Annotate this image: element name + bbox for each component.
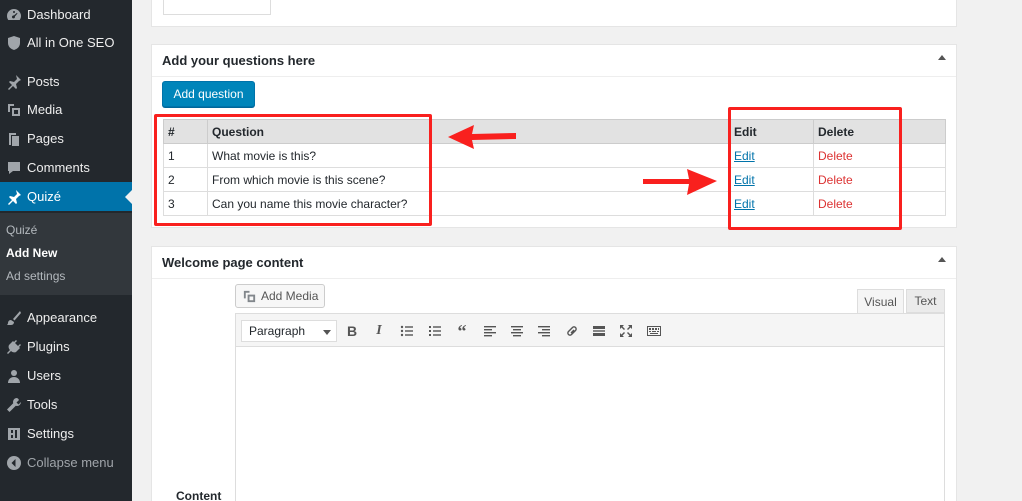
menu-users[interactable]: Users [0, 361, 132, 390]
header-divider [152, 278, 956, 279]
align-center-icon[interactable] [508, 322, 526, 340]
pages-icon [1, 131, 27, 147]
menu-label: All in One SEO [27, 35, 115, 50]
dashboard-icon [1, 7, 27, 23]
submenu-add-new[interactable]: Add New [6, 246, 57, 260]
menu-label: Pages [27, 131, 64, 146]
shield-icon [1, 35, 27, 51]
welcome-title: Welcome page content [162, 255, 304, 270]
menu-comments[interactable]: Comments [0, 153, 132, 182]
menu-appearance[interactable]: Appearance [0, 303, 132, 332]
menu-label: Collapse menu [27, 455, 114, 470]
menu-dashboard[interactable]: Dashboard [0, 0, 132, 29]
menu-posts[interactable]: Posts [0, 67, 132, 96]
menu-label: Plugins [27, 339, 70, 354]
menu-label: Settings [27, 426, 74, 441]
bullet-list-icon[interactable] [398, 322, 416, 340]
menu-label: Tools [27, 397, 58, 412]
menu-media[interactable]: Media [0, 95, 132, 124]
fullscreen-icon[interactable] [617, 322, 635, 340]
collapse-icon [1, 455, 27, 471]
menu-label: Quizé [27, 189, 61, 204]
blockquote-icon[interactable]: “ [453, 321, 471, 341]
submenu-ad-settings[interactable]: Ad settings [6, 269, 65, 283]
pin-icon [1, 74, 27, 90]
add-media-label: Add Media [261, 289, 319, 303]
partial-input[interactable] [163, 0, 271, 15]
menu-quize[interactable]: Quizé [0, 182, 132, 211]
wrench-icon [1, 397, 27, 413]
menu-label: Comments [27, 160, 90, 175]
numbered-list-icon[interactable] [426, 322, 444, 340]
menu-label: Appearance [27, 310, 98, 325]
menu-label: Posts [27, 74, 60, 89]
read-more-icon[interactable] [590, 322, 608, 340]
plugin-icon [1, 339, 27, 355]
previous-postbox [151, 0, 957, 27]
annotation-arrow-right-icon [643, 169, 717, 195]
menu-label: Media [27, 102, 63, 117]
content-editor[interactable] [235, 346, 945, 501]
header-divider [152, 76, 956, 77]
toolbar-toggle-icon[interactable] [645, 322, 663, 340]
align-left-icon[interactable] [481, 322, 499, 340]
questions-title: Add your questions here [162, 53, 316, 68]
menu-settings[interactable]: Settings [0, 419, 132, 448]
align-right-icon[interactable] [535, 322, 553, 340]
tab-visual[interactable]: Visual [857, 289, 904, 314]
editor-toolbar: Paragraph B I “ [235, 313, 945, 347]
menu-pages[interactable]: Pages [0, 124, 132, 153]
tab-text[interactable]: Text [906, 289, 945, 313]
toggle-panel-icon[interactable] [938, 55, 946, 60]
menu-label: Dashboard [27, 7, 91, 22]
menu-plugins[interactable]: Plugins [0, 332, 132, 361]
menu-collapse[interactable]: Collapse menu [0, 448, 132, 477]
media-icon [242, 289, 257, 304]
users-icon [1, 368, 27, 384]
annotation-box-actions [728, 107, 902, 230]
annotation-box-questions [154, 114, 432, 226]
add-media-button[interactable]: Add Media [235, 284, 325, 308]
pin-icon [1, 189, 27, 205]
menu-all-in-one-seo[interactable]: All in One SEO [0, 28, 132, 57]
media-icon [1, 102, 27, 118]
bold-icon[interactable]: B [343, 322, 361, 340]
annotation-arrow-left-icon [448, 125, 516, 149]
comments-icon [1, 160, 27, 176]
format-select[interactable]: Paragraph [241, 320, 337, 342]
content-label: Content [176, 489, 222, 501]
admin-sidebar: Dashboard All in One SEO Posts Media Pag… [0, 0, 132, 501]
brush-icon [1, 310, 27, 326]
menu-tools[interactable]: Tools [0, 390, 132, 419]
toggle-panel-icon[interactable] [938, 257, 946, 262]
italic-icon[interactable]: I [370, 322, 388, 340]
add-question-button[interactable]: Add question [162, 81, 255, 107]
menu-label: Users [27, 368, 61, 383]
settings-icon [1, 426, 27, 442]
submenu-quize[interactable]: Quizé [6, 223, 37, 237]
chevron-down-icon [323, 330, 331, 335]
link-icon[interactable] [563, 322, 581, 340]
quize-submenu: Quizé Add New Ad settings [0, 213, 132, 295]
format-value: Paragraph [249, 324, 306, 338]
